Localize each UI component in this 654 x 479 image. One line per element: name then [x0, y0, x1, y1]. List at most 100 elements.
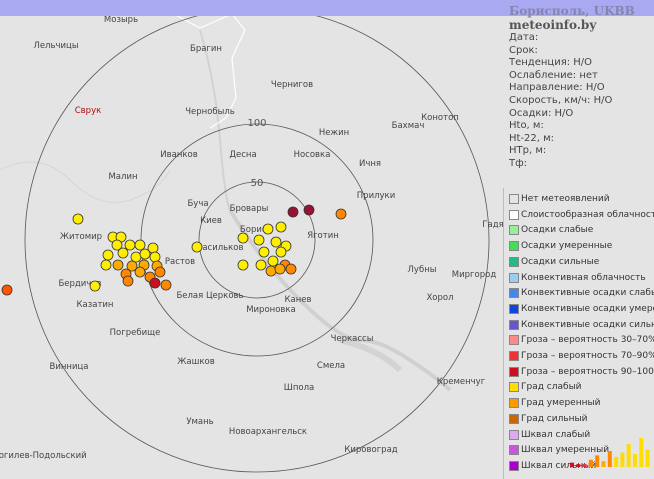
city-label: Кременчуг: [437, 377, 486, 387]
legend-swatch: [509, 194, 519, 204]
info-trend: Тенденция: Н/О: [509, 57, 593, 69]
info-term: Срок:: [509, 44, 538, 56]
echo-cell: [191, 241, 203, 253]
legend-item: Гроза – вероятность 70–90%: [509, 349, 654, 363]
echo-cell: [303, 204, 315, 216]
echo-cell: [122, 275, 134, 287]
legend-swatch: [509, 256, 519, 267]
city-label: Шпола: [284, 383, 315, 393]
city-label: Умань: [186, 417, 213, 427]
ring-label-50: 50: [251, 178, 264, 189]
echo-cell: [160, 279, 172, 291]
ring-label-100: 100: [247, 118, 266, 129]
city-label: Могилев-Подольский: [0, 451, 87, 461]
info-precip: Осадки: Н/О: [509, 107, 574, 119]
legend-label: Конвективные осадки умерен.: [521, 303, 654, 314]
echo-cell: [287, 206, 299, 218]
echo-bar-chart: [570, 438, 650, 467]
station-title: Борисполь, UKBB: [509, 4, 635, 18]
city-label: Васильков: [196, 243, 243, 253]
city-label: Брагин: [190, 44, 222, 54]
legend-swatch: [509, 303, 519, 314]
city-label: Мироновка: [246, 305, 296, 315]
city-label: Бровары: [230, 204, 269, 214]
legend-label: Град умеренный: [521, 398, 601, 409]
legend-item: Конвективные осадки слабые: [509, 286, 654, 300]
city-label: Винница: [50, 362, 89, 372]
legend-swatch: [509, 413, 519, 424]
legend-swatch: [509, 429, 519, 440]
info-htr: НТр, м:: [509, 145, 547, 157]
legend-label: Гроза – вероятность 70–90%: [521, 351, 654, 361]
echo-bar: [639, 438, 644, 467]
city-label: Канев: [284, 295, 311, 305]
echo-bar: [582, 464, 587, 467]
legend-item: Град слабый: [509, 380, 582, 394]
echo-cell: [130, 251, 142, 263]
echo-bar: [601, 461, 606, 467]
legend-swatch: [509, 272, 519, 283]
radar-window: 200 100 50 МозырьЛельчицыБрагинЧерниговС…: [0, 0, 654, 479]
city-label: Мозырь: [104, 15, 138, 25]
city-label: Жашков: [177, 357, 215, 367]
echo-bar: [633, 453, 637, 467]
echo-bar: [607, 451, 612, 467]
legend-item: Осадки слабые: [509, 223, 593, 237]
legend-item: Конвективные осадки умерен.: [509, 302, 654, 316]
legend-label: Осадки слабые: [521, 225, 594, 236]
echo-cell: [262, 223, 274, 235]
legend-swatch: [509, 319, 519, 330]
city-label: Чернигов: [271, 80, 313, 90]
echo-bar: [645, 449, 650, 467]
legend-item: Гроза – вероятность 30–70%: [509, 333, 654, 347]
legend-swatch: [509, 288, 519, 299]
city-label: Носовка: [294, 150, 331, 160]
echo-cell: [89, 280, 101, 292]
echo-cell: [253, 234, 265, 246]
city-label: Сврук: [75, 106, 102, 116]
city-label: Чернобыль: [185, 107, 235, 117]
echo-cell: [275, 246, 287, 258]
legend-swatch: [509, 241, 519, 252]
echo-cell: [1, 284, 13, 296]
echo-cell: [255, 259, 267, 271]
legend-label: Град слабый: [521, 382, 582, 393]
legend-item: Гроза – вероятность 90–100%: [509, 365, 654, 379]
echo-cell: [100, 259, 112, 271]
echo-cell: [274, 263, 286, 275]
legend-label: Конвективная облачность: [521, 272, 646, 283]
city-label: Белая Церковь: [176, 291, 243, 301]
city-label: Иванков: [160, 150, 197, 160]
echo-cell: [270, 236, 282, 248]
legend-label: Осадки умеренные: [521, 241, 613, 252]
city-label: Буча: [187, 199, 208, 209]
echo-cell: [285, 263, 297, 275]
legend-label: Град сильный: [521, 413, 588, 424]
city-label: Яготин: [307, 231, 339, 241]
terrain-layer: [0, 29, 452, 392]
city-label: Новоархангельск: [229, 427, 307, 437]
legend-item: Слоистообразная облачность: [509, 208, 654, 222]
city-labels: Мозырь Лельчицы Брагин Чернигов Сврук Чернобы…: [0, 15, 504, 461]
city-label: Гадя: [482, 220, 503, 230]
echo-bar: [570, 462, 574, 467]
legend-item: Конвективные осадки сильные: [509, 318, 654, 332]
legend-label: Гроза – вероятность 30–70%: [521, 335, 654, 346]
echo-cell: [237, 259, 249, 271]
info-ht22: Ht-22, м:: [509, 132, 555, 144]
echo-bar: [614, 456, 619, 467]
info-direction: Направление: Н/О: [509, 82, 605, 94]
echo-cell: [265, 265, 277, 277]
city-label: Хорол: [426, 293, 453, 303]
echo-cell: [267, 255, 279, 267]
echo-cell: [112, 259, 124, 271]
legend-swatch: [509, 351, 519, 361]
echo-cell: [134, 239, 146, 251]
city-label: Житомир: [60, 232, 102, 242]
site-name: meteoinfo.by: [509, 18, 597, 32]
info-tf: Тф:: [509, 157, 528, 169]
city-label: Лельчицы: [33, 41, 78, 51]
echo-cell: [275, 221, 287, 233]
city-label: Прилуки: [357, 191, 395, 201]
city-label: Казатин: [76, 300, 113, 310]
